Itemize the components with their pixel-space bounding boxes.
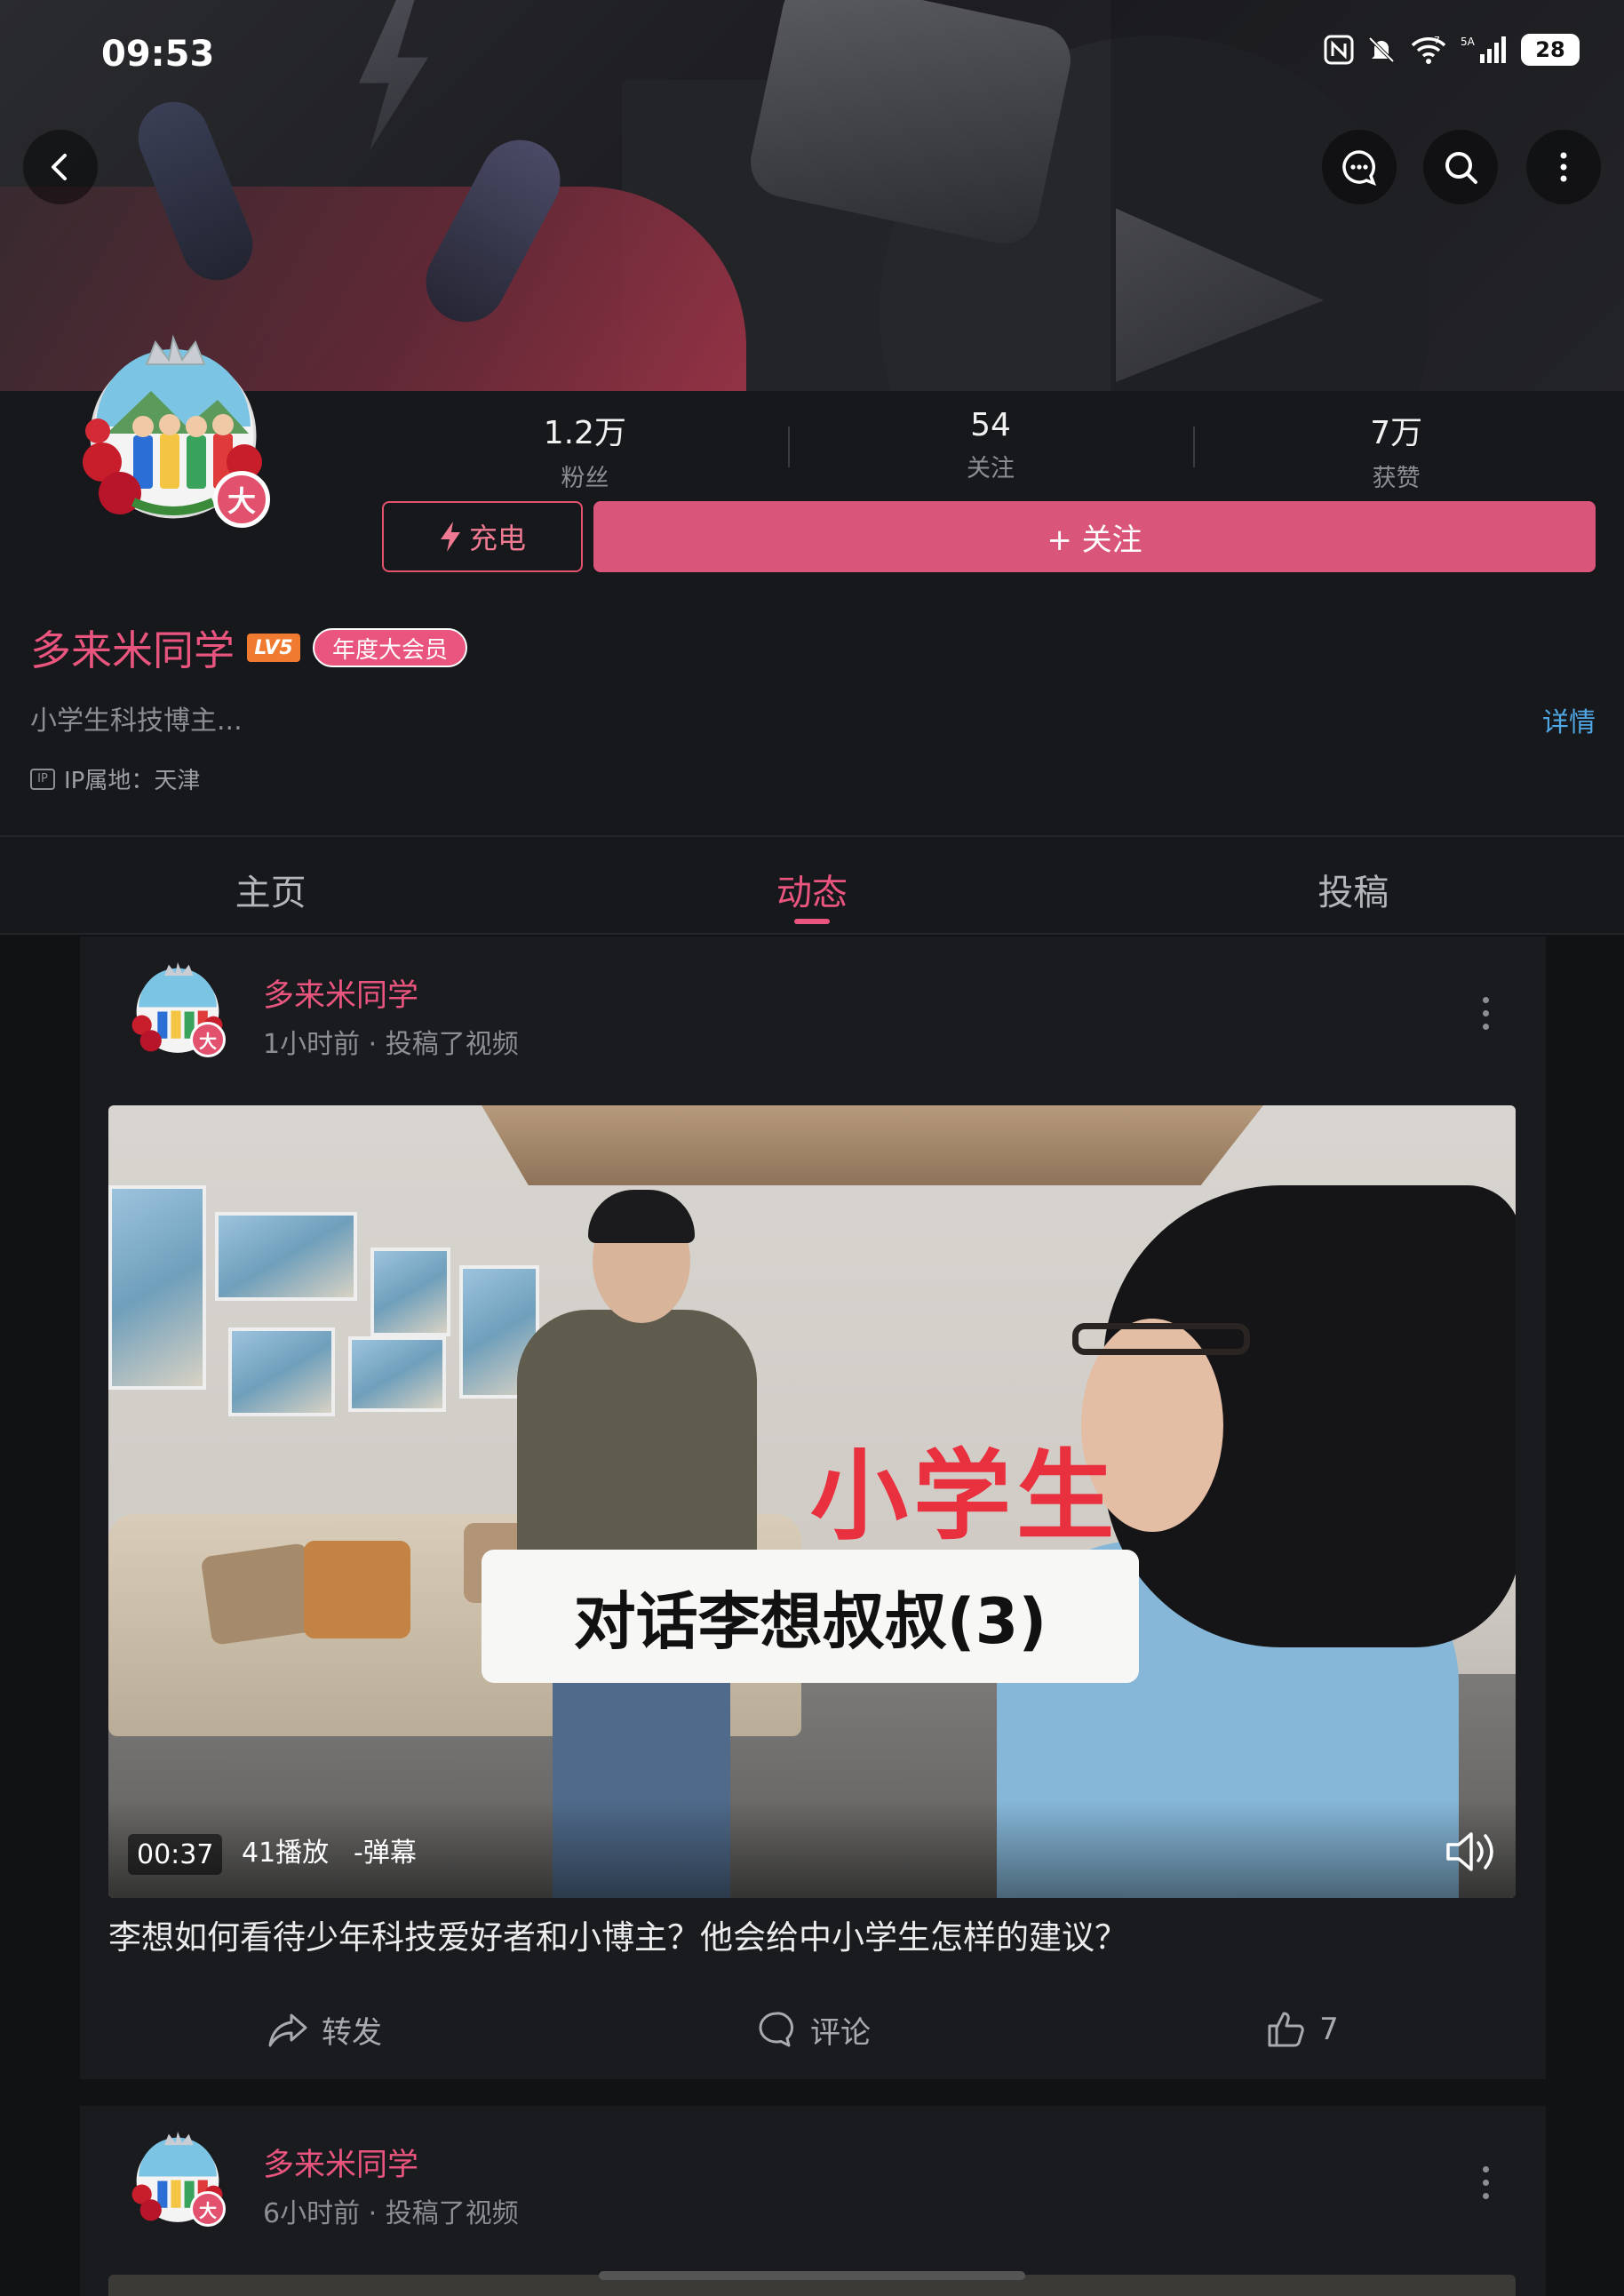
back-button[interactable] [23,130,98,204]
status-bar: 09:53 7 5A 28 [0,0,1624,116]
like-button[interactable]: 7 [1057,1994,1546,2065]
stat-following[interactable]: 54 关注 [787,407,1194,496]
video-scene [200,1543,319,1646]
chat-bubble-icon [1342,150,1376,186]
post-actions: 转发 评论 7 [80,1994,1546,2065]
volume-icon[interactable] [1445,1829,1500,1875]
video-scene [482,1105,1263,1185]
post-more-button[interactable] [1468,2156,1503,2209]
dot [1482,1009,1489,1016]
chevron-left-icon [52,154,67,180]
dot [1482,2179,1489,2186]
video-scene [588,1190,695,1243]
post-username[interactable]: 多来米同学 [263,970,418,1016]
search-icon [1445,152,1477,184]
avatar-badge: 大 [213,471,270,528]
profile-bio: 小学生科技博主... [30,706,243,737]
post-avatar[interactable]: 大 [126,958,229,1061]
comment-button[interactable]: 评论 [569,1994,1057,2065]
dot [1482,996,1489,1003]
comment-icon [759,2012,793,2047]
level-badge: LV5 [247,634,300,662]
vip-badge[interactable]: 年度大会员 [313,628,468,667]
battery-indicator: 28 [1521,34,1580,66]
name-row: 多来米同学 LV5 年度大会员 [30,618,468,677]
video-duration: 00:37 [128,1834,223,1875]
avatar-badge: 大 [190,2191,226,2227]
wifi-badge: 7 [1434,35,1440,46]
share-label: 转发 [322,2014,382,2051]
follow-button-label: + 关注 [1047,522,1142,558]
dot [1482,2192,1489,2199]
dot [1482,1023,1489,1030]
profile-username: 多来米同学 [30,626,235,674]
post-text[interactable]: 李想如何看待少年科技爱好者和小博主？他会给中小学生怎样的建议？ [108,1910,1127,1958]
video-player[interactable]: 小学生 对话李想叔叔(3) 00:37 41播放 -弹幕 [108,1105,1516,1898]
home-indicator[interactable] [599,2271,1025,2280]
post-meta: 6小时前 · 投稿了视频 [263,2198,519,2229]
avatar-badge: 大 [190,1022,226,1057]
signal-5g-icon: 5A [1461,34,1509,66]
video-scene [1072,1323,1250,1355]
stat-followers[interactable]: 1.2万 粉丝 [382,407,788,496]
message-button[interactable] [1322,130,1397,204]
network-badge: 5A [1461,36,1476,48]
post-more-button[interactable] [1468,986,1503,1040]
video-title-box: 对话李想叔叔(3) [482,1550,1139,1683]
post-avatar[interactable]: 大 [126,2127,229,2230]
thumbs-up-icon [1268,2012,1304,2047]
stat-label: 粉丝 [561,465,609,492]
avatar[interactable]: 大 [71,329,275,533]
stat-label: 获赞 [1372,465,1421,492]
charge-button[interactable]: 充电 [382,501,583,572]
ip-location: IP属地：天津 [64,768,201,794]
video-scene [370,1248,450,1336]
video-scene [304,1541,410,1638]
search-button[interactable] [1423,130,1498,204]
more-options-button[interactable] [1526,130,1601,204]
feed-item[interactable]: 大 多来米同学 1小时前 · 投稿了视频 小学生 对话李想叔叔(3) 00:37… [80,937,1546,2079]
nfc-icon [1324,34,1354,66]
wifi-icon: 7 [1409,34,1448,66]
like-count: 7 [1319,2012,1339,2047]
follow-button[interactable]: + 关注 [593,501,1596,572]
status-time: 09:53 [101,34,215,75]
ip-icon: IP [30,768,55,790]
feed-item[interactable]: 大 多来米同学 6小时前 · 投稿了视频 [80,2106,1546,2296]
video-danmaku: -弹幕 [354,1838,417,1869]
silent-bell-icon [1366,34,1397,66]
status-icons: 7 5A 28 [1324,34,1580,66]
post-username[interactable]: 多来米同学 [263,2140,418,2185]
dot [1482,2165,1489,2172]
stat-value: 7万 [1370,415,1423,451]
share-icon [268,2013,307,2047]
post-meta: 1小时前 · 投稿了视频 [263,1029,519,1060]
tab-posts[interactable]: 投稿 [1083,837,1624,933]
video-scene [228,1327,335,1416]
ip-location-row: IP IP属地：天津 [30,762,200,795]
profile-stats: 1.2万 粉丝 54 关注 7万 获赞 [382,407,1599,496]
stat-label: 关注 [967,455,1015,482]
lightning-icon [440,522,460,552]
video-scene [215,1212,357,1301]
stat-value: 54 [970,407,1011,443]
video-scene [108,1185,206,1390]
tab-home[interactable]: 主页 [0,837,541,933]
video-plays: 41播放 [242,1838,330,1869]
profile-tabs: 主页 动态 投稿 [0,835,1624,935]
video-title-red: 小学生 [810,1439,1119,1553]
more-vertical-icon [1560,152,1567,182]
stat-value: 1.2万 [543,415,626,451]
tab-dynamics[interactable]: 动态 [541,837,1082,933]
share-button[interactable]: 转发 [80,1994,569,2065]
stat-likes[interactable]: 7万 获赞 [1193,407,1599,496]
detail-link[interactable]: 详情 [1542,700,1596,739]
comment-label: 评论 [810,2014,871,2051]
video-scene [348,1336,446,1412]
charge-button-label: 充电 [468,522,526,555]
